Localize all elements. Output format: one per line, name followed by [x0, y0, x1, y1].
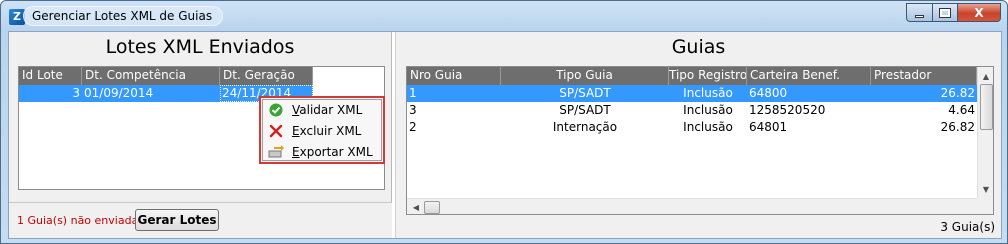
guia-row[interactable]: 1 SP/SADT Inclusão 64800 26.82 [407, 85, 977, 102]
lotes-panel: Lotes XML Enviados Id Lote Dt. Competênc… [9, 32, 392, 238]
menu-validar-label: Validar XML [292, 103, 363, 117]
scroll-left-icon[interactable]: ◀ [408, 199, 424, 214]
guia-carteira: 1258520520 [749, 103, 826, 117]
guias-count: 3 Guia(s) [940, 220, 995, 234]
guias-grid-header: Nro Guia Tipo Guia Tipo Registro Carteir… [407, 67, 977, 85]
lote-competencia: 01/09/2014 [84, 86, 154, 100]
red-x-icon [268, 123, 284, 139]
export-icon [268, 144, 284, 160]
scroll-up-icon[interactable]: ▲ [978, 68, 993, 84]
menu-exportar-xml[interactable]: Exportar XML [263, 142, 381, 162]
guia-carteira: 64801 [749, 120, 788, 134]
scrollbar-corner [977, 198, 993, 214]
guia-row[interactable]: 3 SP/SADT Inclusão 1258520520 4.64 [407, 102, 977, 119]
guia-carteira: 64800 [749, 86, 788, 100]
guias-grid[interactable]: Nro Guia Tipo Guia Tipo Registro Carteir… [406, 66, 994, 215]
minimize-icon [915, 14, 924, 18]
guia-prestador: 26.82 [940, 120, 975, 134]
guia-tipo: Internação [552, 120, 618, 134]
menu-excluir-label: Excluir XML [292, 124, 362, 138]
col-dt-geracao[interactable]: Dt. Geração [220, 67, 313, 85]
maximize-icon [939, 7, 951, 18]
check-shield-icon [268, 102, 284, 118]
guia-prestador: 26.82 [940, 86, 975, 100]
context-menu-body: Validar XML Excluir XML Exportar XML [262, 99, 382, 161]
col-nro-guia[interactable]: Nro Guia [407, 67, 501, 85]
col-tipo-registro[interactable]: Tipo Registro [669, 67, 747, 85]
guia-prestador: 4.64 [948, 103, 975, 117]
client-area: Lotes XML Enviados Id Lote Dt. Competênc… [8, 31, 1002, 239]
lotes-grid-header: Id Lote Dt. Competência Dt. Geração [19, 67, 313, 85]
unsent-status: 1 Guia(s) não enviadas [17, 214, 145, 227]
col-carteira-benef[interactable]: Carteira Benef. [747, 67, 871, 85]
guia-tipo: SP/SADT [559, 86, 611, 100]
col-dt-competencia[interactable]: Dt. Competência [82, 67, 220, 85]
scroll-down-icon[interactable]: ▼ [978, 181, 993, 197]
gerar-lotes-button[interactable]: Gerar Lotes [135, 209, 219, 231]
guia-nro: 1 [409, 86, 417, 100]
context-menu: Validar XML Excluir XML Exportar XML [259, 96, 385, 164]
menu-excluir-xml[interactable]: Excluir XML [263, 121, 381, 141]
guias-vertical-scrollbar[interactable]: ▲ ▼ [977, 67, 993, 198]
guia-tipo: SP/SADT [559, 103, 611, 117]
guias-horizontal-scrollbar[interactable]: ◀ [407, 198, 977, 214]
lotes-footer: 1 Guia(s) não enviadas Gerar Lotes [9, 202, 392, 238]
guia-row[interactable]: 2 Internação Inclusão 64801 26.82 [407, 119, 977, 136]
minimize-button[interactable] [906, 3, 932, 22]
vertical-scroll-thumb[interactable] [980, 84, 993, 130]
col-prestador[interactable]: Prestador [871, 67, 977, 85]
menu-validar-xml[interactable]: Validar XML [263, 100, 381, 120]
title-bar[interactable]: Z Gerenciar Lotes XML de Guias X [1, 1, 1007, 31]
lote-id: 3 [72, 86, 80, 100]
maximize-button[interactable] [932, 3, 957, 22]
guia-nro: 3 [409, 103, 417, 117]
col-tipo-guia[interactable]: Tipo Guia [501, 67, 669, 85]
window-controls: X [906, 3, 1001, 23]
guia-registro: Inclusão [683, 86, 733, 100]
menu-exportar-label: Exportar XML [292, 145, 373, 159]
guia-nro: 2 [409, 120, 417, 134]
window-title: Gerenciar Lotes XML de Guias [23, 6, 224, 26]
lotes-panel-title: Lotes XML Enviados [105, 36, 295, 58]
guias-panel-title: Guias [671, 36, 726, 58]
guia-registro: Inclusão [683, 103, 733, 117]
close-button[interactable]: X [957, 3, 1001, 22]
main-window: Z Gerenciar Lotes XML de Guias X Lotes X… [0, 0, 1008, 244]
guias-panel: Guias Nro Guia Tipo Guia Tipo Registro C… [395, 32, 1001, 238]
guia-registro: Inclusão [683, 120, 733, 134]
horizontal-scroll-thumb[interactable] [424, 201, 440, 214]
col-id-lote[interactable]: Id Lote [19, 67, 82, 85]
close-icon: X [974, 5, 984, 20]
